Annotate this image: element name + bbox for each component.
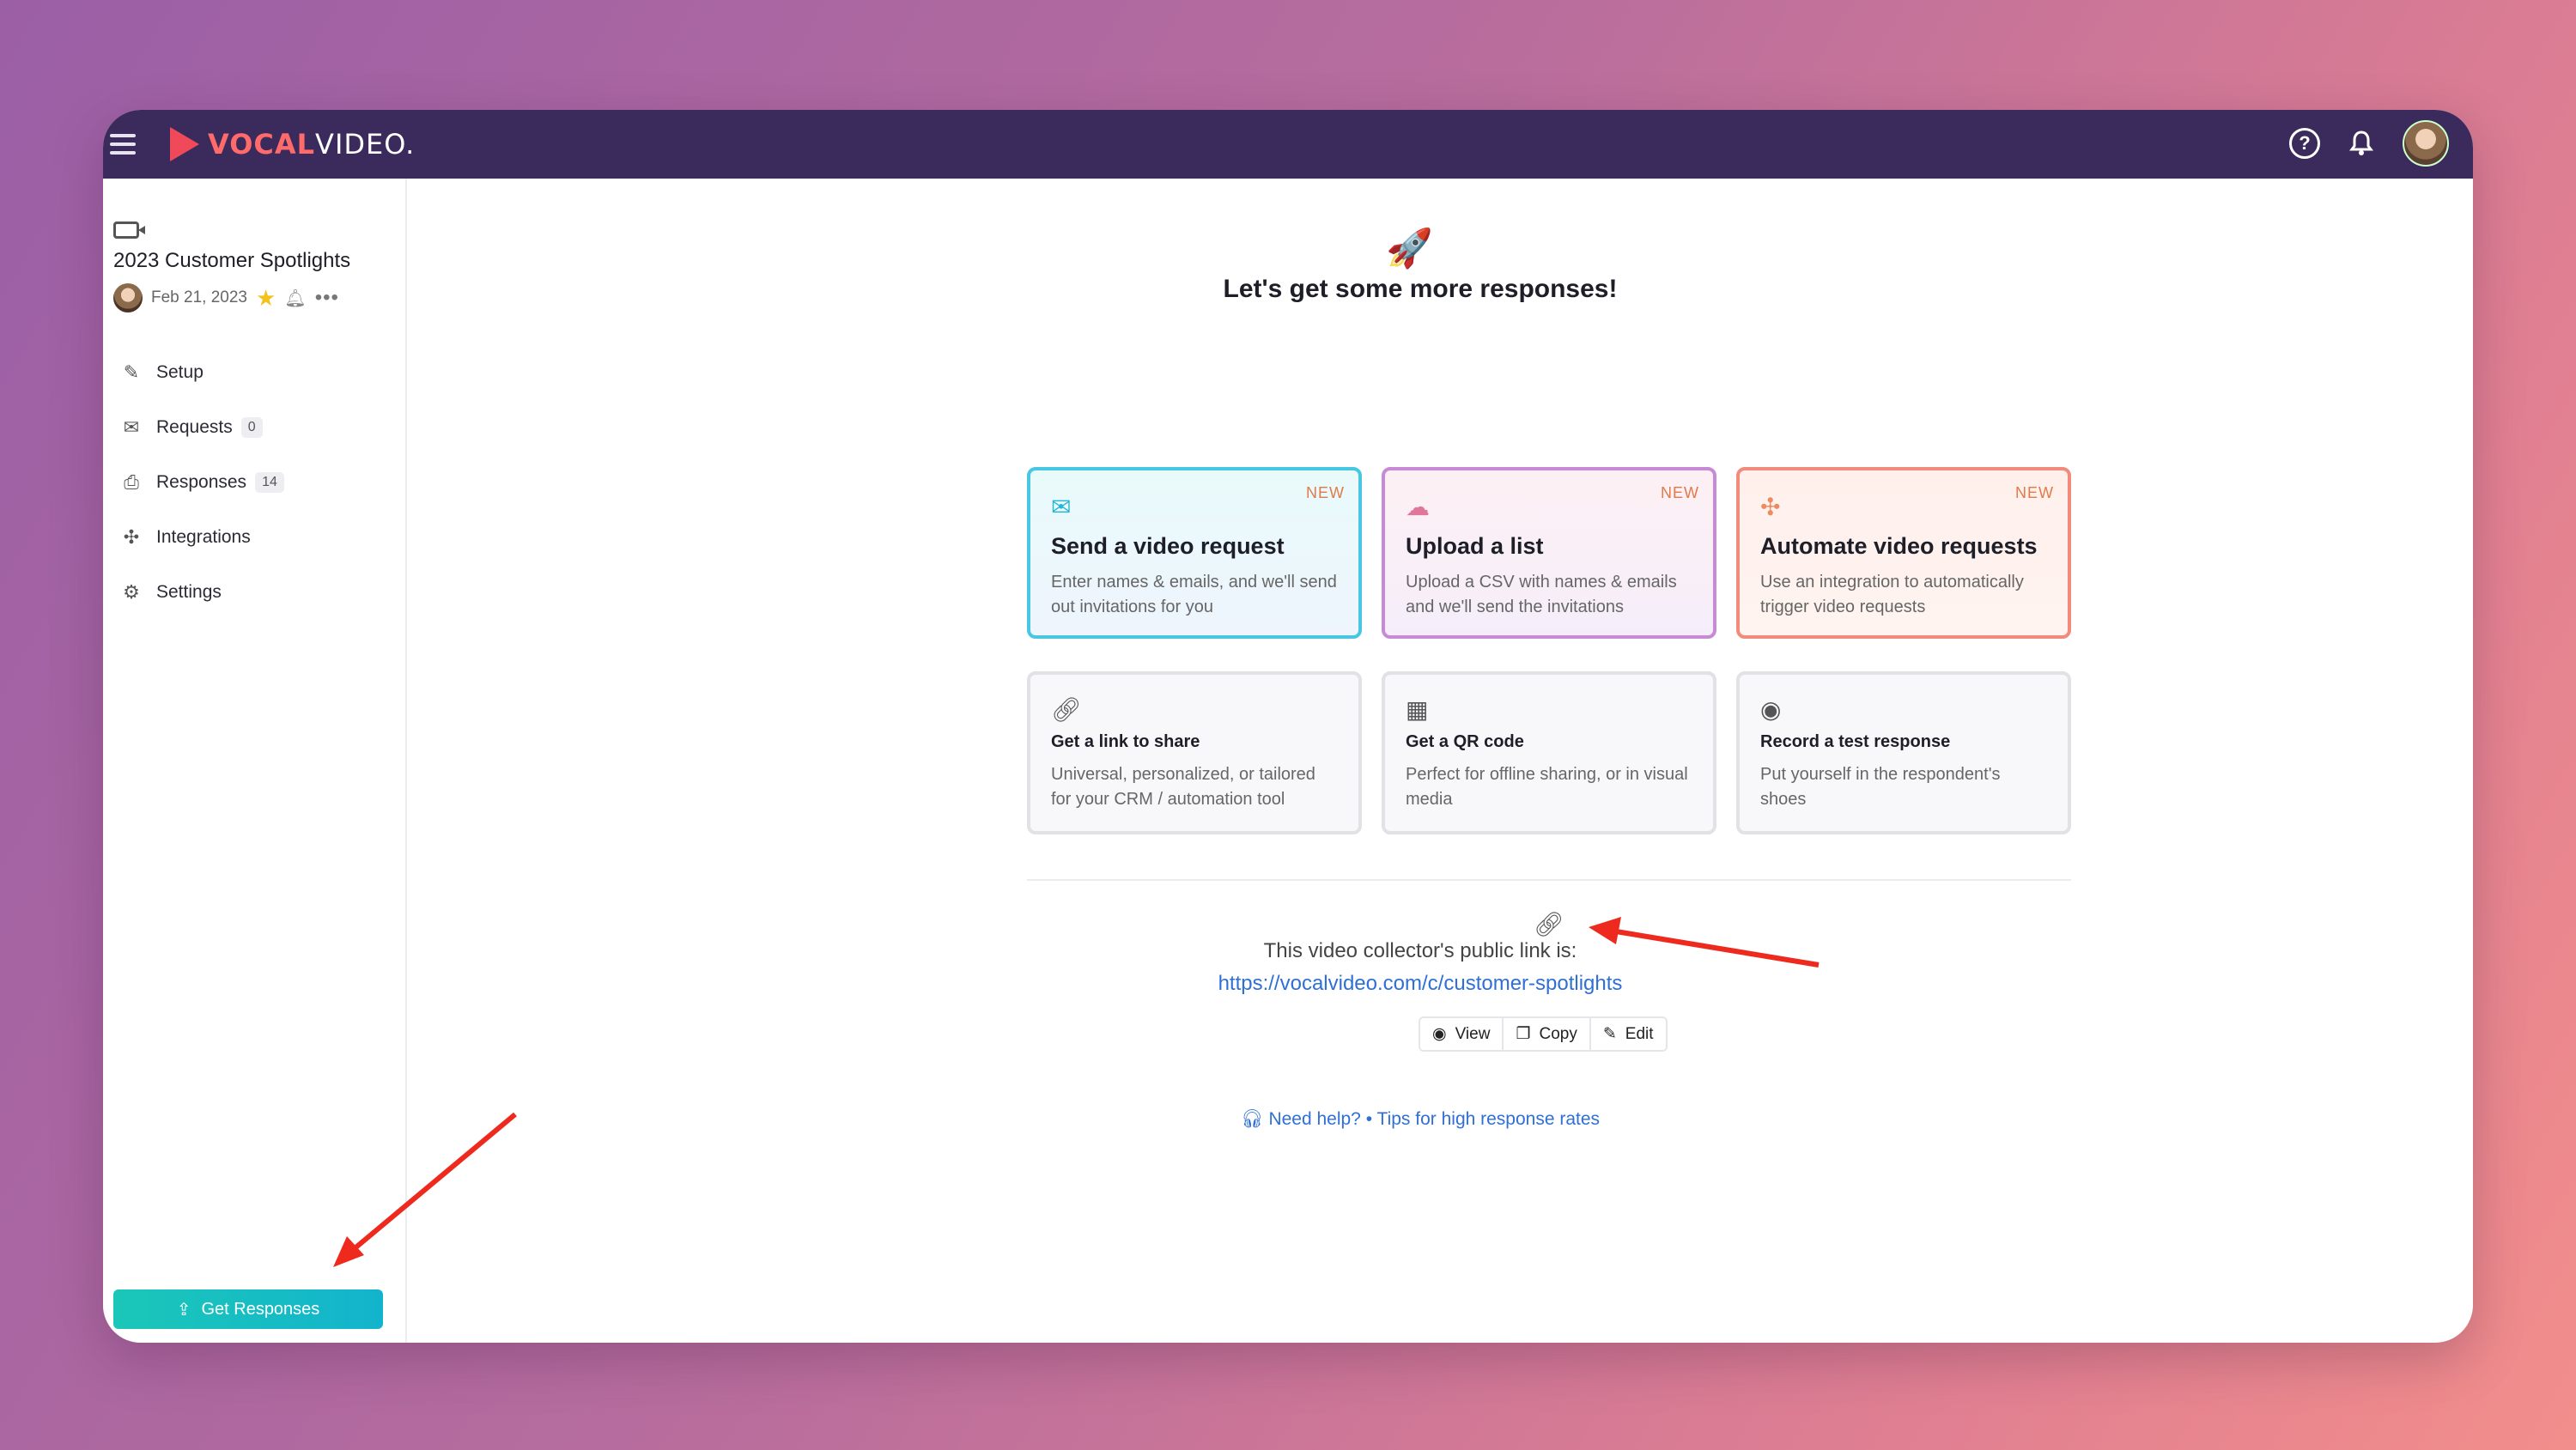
logo-play-icon [170,127,199,161]
card-description: Perfect for offline sharing, or in visua… [1406,765,1688,809]
get-qr-code-card[interactable]: ▦ Get a QR code Perfect for offline shar… [1382,671,1716,834]
sidebar-item-label: Responses [156,472,247,492]
eye-icon: ◉ [1432,1025,1447,1043]
card-description: Universal, personalized, or tailored for… [1051,765,1315,809]
card-title: Upload a list [1406,533,1544,559]
card-description: Upload a CSV with names & emails and we'… [1406,573,1677,616]
owner-avatar [113,283,143,312]
sidebar: 2023 Customer Spotlights Feb 21, 2023 ★ … [103,179,407,1343]
card-title: Automate video requests [1760,533,2038,559]
mail-icon: ✉ [1051,494,1072,520]
get-responses-label: Get Responses [201,1299,320,1319]
sidebar-item-responses[interactable]: ⎙ Responses 14 [120,455,284,510]
qr-code-icon: ▦ [1406,696,1429,723]
responses-count-badge: 14 [255,472,284,493]
sidebar-nav: ✎ Setup ✉ Requests 0 ⎙ Responses 14 ✣ In… [120,345,284,620]
sidebar-item-settings[interactable]: ⚙ Settings [120,565,284,620]
automate-video-requests-card[interactable]: NEW ✣ Automate video requests Use an int… [1736,467,2071,639]
mail-icon: ✉ [123,416,140,438]
inbox-icon: ⎙ [124,471,139,493]
sidebar-item-setup[interactable]: ✎ Setup [120,345,284,400]
sidebar-item-label: Integrations [156,527,251,547]
link-icon: 🔗︎ [1534,911,1564,937]
bell-icon[interactable] [2346,128,2377,159]
user-avatar[interactable] [2403,120,2449,167]
gear-icon: ⚙ [123,581,140,603]
project-title: 2023 Customer Spotlights [113,249,351,272]
sidebar-item-requests[interactable]: ✉ Requests 0 [120,400,284,455]
card-description: Use an integration to automatically trig… [1760,573,2024,616]
card-description: Put yourself in the respondent's shoes [1760,765,2001,809]
sidebar-item-integrations[interactable]: ✣ Integrations [120,510,284,565]
need-help-link[interactable]: Need help? [1268,1109,1360,1129]
star-icon[interactable]: ★ [256,285,276,312]
public-link-label: This video collector's public link is: [1263,939,1577,962]
cloud-upload-icon: ☁ [1406,494,1430,520]
vocal-video-logo[interactable]: VOCALVIDEO. [170,127,415,161]
card-title: Record a test response [1760,732,1951,751]
edit-link-button[interactable]: ✎ Edit [1590,1018,1666,1050]
new-badge: NEW [1661,484,1699,501]
copy-icon: ❐ [1516,1025,1531,1043]
app-window: VOCALVIDEO. ? 2023 Customer Spotlights F… [103,110,2473,1343]
logo-text: VOCALVIDEO. [208,128,416,161]
separator: • [1365,1109,1373,1129]
pencil-icon: ✎ [123,361,140,383]
pencil-icon: ✎ [1602,1025,1617,1043]
sidebar-item-label: Requests [156,417,233,437]
project-date: Feb 21, 2023 [151,288,247,306]
puzzle-icon: ✣ [1760,494,1781,520]
tips-link[interactable]: Tips for high response rates [1377,1109,1601,1129]
sidebar-item-label: Settings [156,582,222,602]
top-bar: VOCALVIDEO. ? [103,110,2473,179]
eye-icon: ◉ [1760,696,1782,723]
puzzle-icon: ✣ [123,526,140,548]
view-link-button[interactable]: ◉ View [1420,1018,1504,1050]
get-link-card[interactable]: 🔗︎ Get a link to share Universal, person… [1027,671,1362,834]
project-meta: Feb 21, 2023 ★ 🔔︎ ••• [113,283,339,312]
copy-link-button[interactable]: ❐ Copy [1504,1018,1591,1050]
upload-list-card[interactable]: NEW ☁ Upload a list Upload a CSV with na… [1382,467,1716,639]
headset-icon: 🎧︎ [1240,1109,1264,1129]
copy-label: Copy [1539,1024,1577,1043]
card-title: Get a QR code [1406,732,1524,751]
section-divider [1027,879,2071,881]
new-badge: NEW [2015,484,2054,501]
new-badge: NEW [1306,484,1345,501]
help-links: 🎧︎ Need help? • Tips for high response r… [1180,1109,1661,1130]
rocket-icon: 🚀 [1386,228,1433,270]
card-description: Enter names & emails, and we'll send out… [1051,573,1337,616]
more-options-icon[interactable]: ••• [315,286,339,310]
help-circle-icon[interactable]: ? [2289,128,2320,159]
main-content: 🚀 Let's get some more responses! NEW ✉ S… [407,179,2473,1343]
sidebar-item-label: Setup [156,362,204,382]
send-video-request-card[interactable]: NEW ✉ Send a video request Enter names &… [1027,467,1362,639]
record-test-response-card[interactable]: ◉ Record a test response Put yourself in… [1736,671,2071,834]
link-icon: 🔗︎ [1051,696,1082,723]
link-actions: ◉ View ❐ Copy ✎ Edit [1419,1016,1668,1052]
share-icon: ⇪ [176,1300,191,1320]
card-title: Get a link to share [1051,732,1200,751]
edit-label: Edit [1625,1024,1654,1043]
requests-count-badge: 0 [240,417,263,438]
get-responses-button[interactable]: ⇪ Get Responses [113,1289,383,1329]
card-title: Send a video request [1051,533,1285,559]
view-label: View [1455,1024,1491,1043]
bell-outline-icon[interactable]: 🔔︎ [284,288,306,309]
public-link-url[interactable]: https://vocalvideo.com/c/customer-spotli… [1111,972,1729,996]
video-camera-icon [113,221,145,239]
hamburger-menu-icon[interactable] [110,129,136,160]
